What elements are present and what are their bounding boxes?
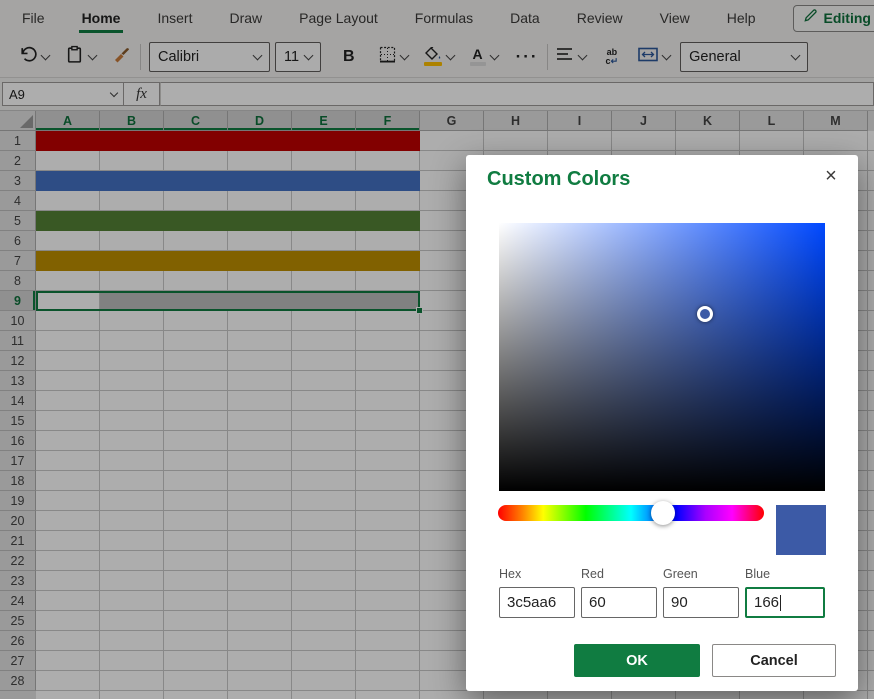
red-field-group: Red 60	[581, 567, 657, 618]
ok-button[interactable]: OK	[574, 644, 700, 677]
green-value: 90	[671, 594, 688, 611]
hex-input[interactable]: 3c5aa6	[499, 587, 575, 618]
excel-window: FileHomeInsertDrawPage LayoutFormulasDat…	[0, 0, 874, 699]
ok-label: OK	[626, 653, 648, 669]
green-label: Green	[663, 567, 739, 581]
close-button[interactable]: ×	[818, 163, 844, 189]
color-value-fields: Hex 3c5aa6 Red 60 Green 90 Blue 166	[499, 567, 826, 618]
close-icon: ×	[825, 165, 837, 188]
saturation-value-picker[interactable]	[499, 223, 825, 491]
cancel-button[interactable]: Cancel	[712, 644, 836, 677]
text-cursor	[780, 595, 781, 611]
green-field-group: Green 90	[663, 567, 739, 618]
hex-label: Hex	[499, 567, 575, 581]
custom-colors-dialog: Custom Colors × Hex 3c5aa6 Red 60 Green …	[466, 155, 858, 691]
green-input[interactable]: 90	[663, 587, 739, 618]
selected-color-swatch	[776, 505, 826, 555]
red-input[interactable]: 60	[581, 587, 657, 618]
dialog-title: Custom Colors	[487, 168, 630, 191]
hue-slider-thumb[interactable]	[651, 501, 675, 525]
hex-value: 3c5aa6	[507, 594, 556, 611]
hex-field-group: Hex 3c5aa6	[499, 567, 575, 618]
blue-value: 166	[754, 594, 779, 611]
color-picker-thumb[interactable]	[697, 306, 713, 322]
red-value: 60	[589, 594, 606, 611]
blue-input[interactable]: 166	[745, 587, 825, 618]
cancel-label: Cancel	[750, 653, 798, 669]
hue-slider[interactable]	[498, 505, 764, 521]
dialog-buttons: OK Cancel	[466, 644, 836, 677]
blue-label: Blue	[745, 567, 825, 581]
red-label: Red	[581, 567, 657, 581]
blue-field-group: Blue 166	[745, 567, 825, 618]
